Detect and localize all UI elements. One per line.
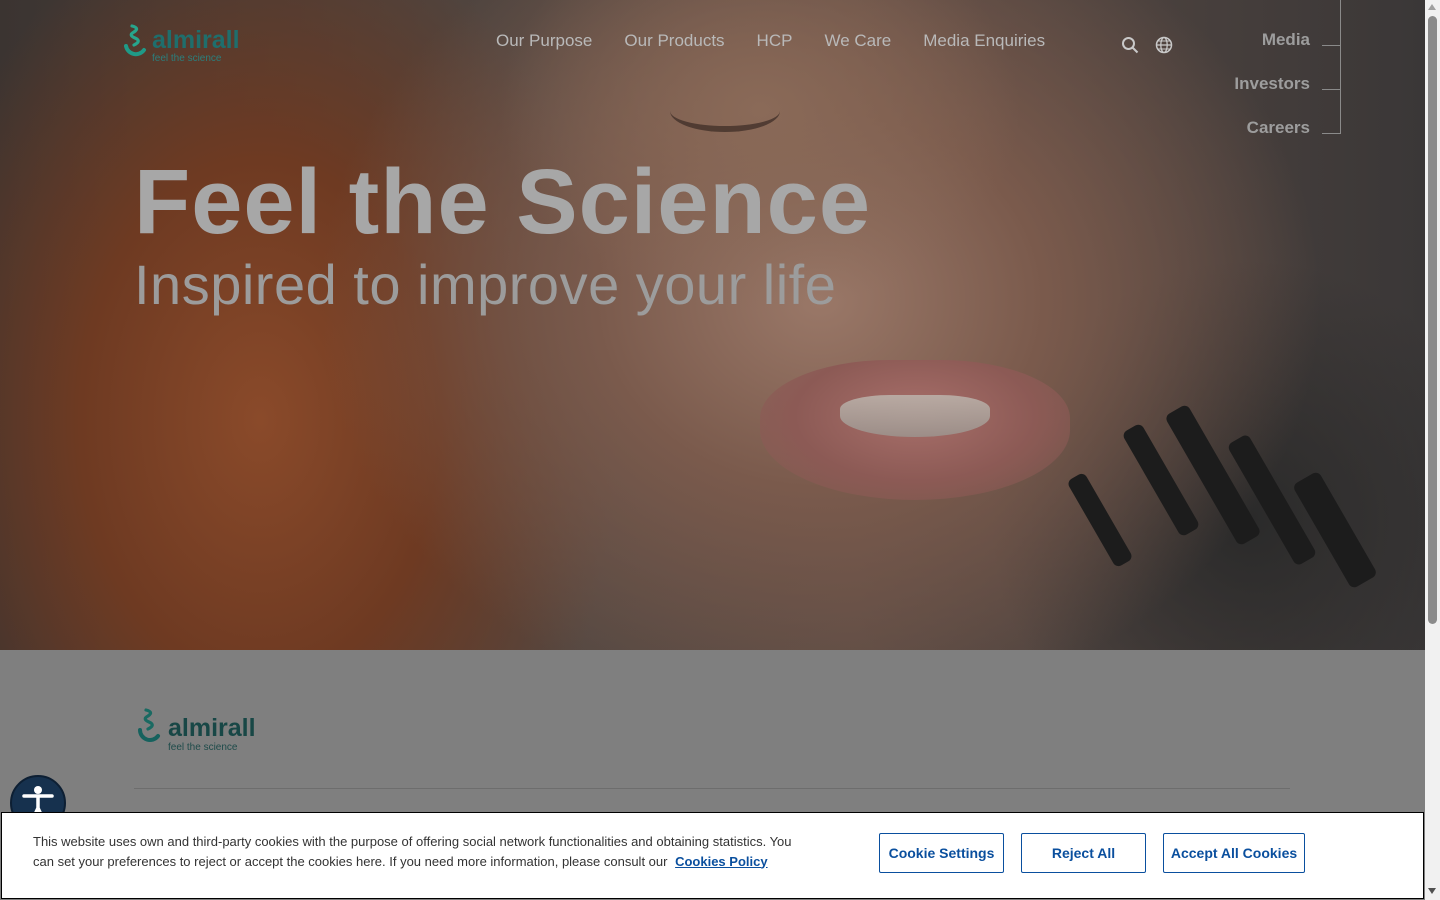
reject-all-button[interactable]: Reject All [1021, 833, 1146, 873]
side-links-rail [1340, 0, 1341, 134]
footer-divider [134, 788, 1290, 789]
side-link-media[interactable]: Media [1234, 30, 1310, 74]
brand-name: almirall [152, 26, 240, 54]
side-link-investors[interactable]: Investors [1234, 74, 1310, 118]
almirall-logo-icon [134, 706, 164, 746]
logo-wordmark: almirall feel the science [168, 716, 256, 753]
nav-item-media-enquiries[interactable]: Media Enquiries [923, 31, 1045, 51]
side-links: Media Investors Careers [1234, 30, 1310, 162]
main-nav: Our Purpose Our Products HCP We Care Med… [496, 31, 1045, 51]
search-icon[interactable] [1121, 36, 1139, 54]
side-link-tick [1322, 45, 1340, 46]
cookie-message: This website uses own and third-party co… [33, 832, 793, 871]
hero-image-detail [1066, 471, 1134, 569]
nav-item-our-purpose[interactable]: Our Purpose [496, 31, 592, 51]
side-link-tick [1322, 89, 1340, 90]
brand-tagline: feel the science [152, 53, 222, 64]
accept-all-cookies-button[interactable]: Accept All Cookies [1163, 833, 1305, 873]
logo-wordmark: almirall feel the science [152, 28, 240, 64]
hero-subheadline: Inspired to improve your life [134, 253, 837, 316]
scroll-down-arrow-icon[interactable] [1428, 888, 1436, 894]
hero-banner [0, 0, 1425, 650]
hero-image-detail [840, 395, 990, 437]
almirall-logo-icon [118, 20, 148, 60]
hero-headline: Feel the Science [134, 151, 871, 253]
nav-item-we-care[interactable]: We Care [824, 31, 891, 51]
side-link-tick [1322, 133, 1340, 134]
brand-name: almirall [168, 714, 256, 742]
cookie-banner: This website uses own and third-party co… [1, 812, 1424, 899]
scroll-up-arrow-icon[interactable] [1428, 4, 1436, 10]
hero-image-detail [1292, 470, 1378, 590]
side-link-careers[interactable]: Careers [1234, 118, 1310, 162]
cookie-settings-button[interactable]: Cookie Settings [879, 833, 1004, 873]
cookies-policy-link[interactable]: Cookies Policy [675, 854, 767, 869]
nav-item-our-products[interactable]: Our Products [624, 31, 724, 51]
hero-image-detail [670, 90, 780, 132]
header-logo[interactable]: almirall feel the science [118, 20, 240, 64]
footer-logo[interactable]: almirall feel the science [134, 706, 256, 753]
globe-icon[interactable] [1155, 36, 1173, 54]
scrollbar-thumb[interactable] [1428, 16, 1437, 624]
nav-item-hcp[interactable]: HCP [757, 31, 793, 51]
brand-tagline: feel the science [168, 742, 238, 753]
header-icons [1121, 36, 1173, 54]
